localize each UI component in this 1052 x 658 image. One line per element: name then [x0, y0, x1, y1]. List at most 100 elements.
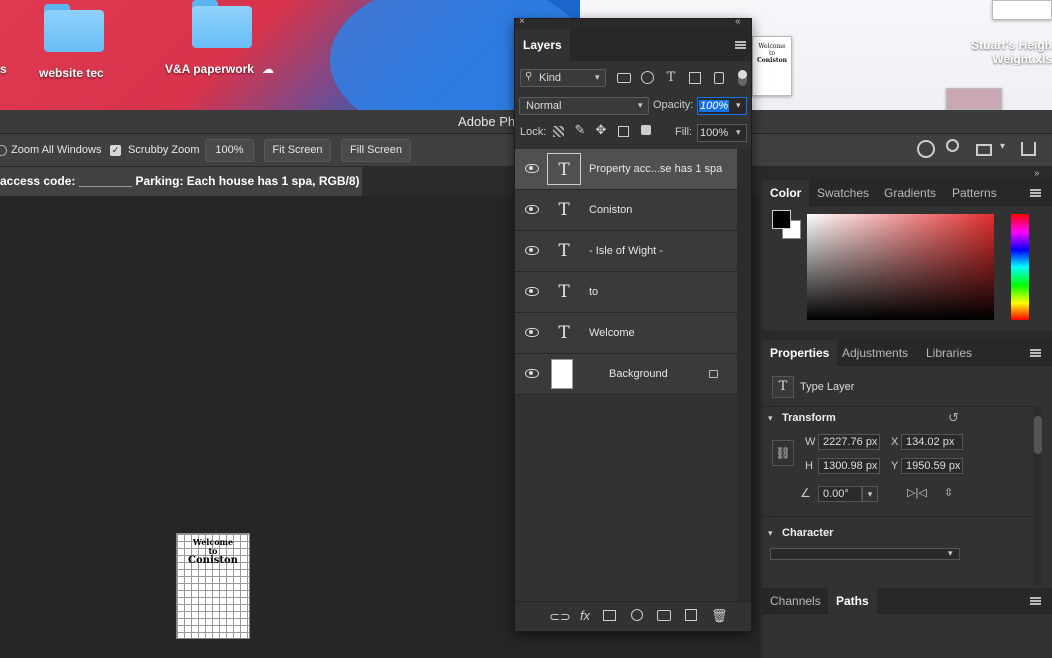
tab-paths[interactable]: Paths: [828, 588, 877, 614]
color-picker-field[interactable]: [807, 214, 994, 320]
layer-row[interactable]: Background: [515, 354, 737, 395]
filter-toggle[interactable]: [738, 70, 747, 86]
opacity-field[interactable]: 100% ▾: [697, 97, 747, 115]
flip-horizontal-icon[interactable]: ▷|◁: [907, 486, 927, 499]
layers-scrollbar[interactable]: [737, 149, 751, 601]
layer-name[interactable]: - Isle of Wight -: [589, 231, 663, 272]
tab-properties[interactable]: Properties: [762, 340, 838, 366]
filter-type-icon[interactable]: T: [665, 71, 677, 85]
lock-artboard-icon[interactable]: [618, 126, 629, 137]
tab-channels[interactable]: Channels: [762, 588, 829, 614]
character-section-label[interactable]: Character: [782, 527, 833, 539]
lock-all-icon[interactable]: [641, 125, 651, 135]
learn-icon[interactable]: [917, 140, 935, 158]
filter-shape-icon[interactable]: [689, 72, 701, 84]
document-tab[interactable]: access code: ________ Parking: Each hous…: [0, 167, 362, 196]
new-layer-icon[interactable]: [685, 609, 697, 621]
transform-section-label[interactable]: Transform: [782, 412, 836, 424]
layer-name[interactable]: Coniston: [589, 190, 632, 231]
file-thumbnail[interactable]: Welcome to Coniston: [752, 36, 792, 96]
tab-color[interactable]: Color: [762, 180, 810, 206]
zoom-value-button[interactable]: 100%: [205, 139, 254, 162]
panel-menu-icon[interactable]: [1030, 189, 1041, 197]
tab-libraries[interactable]: Libraries: [918, 340, 980, 366]
layer-name[interactable]: Background: [609, 354, 668, 395]
x-field[interactable]: 134.02 px: [901, 434, 963, 450]
link-layers-icon[interactable]: ⊂⊃: [549, 610, 571, 624]
y-field[interactable]: 1950.59 px: [901, 458, 963, 474]
folder-icon[interactable]: [44, 4, 104, 52]
layer-name[interactable]: Property acc...se has 1 spa: [589, 149, 722, 190]
layer-row[interactable]: T - Isle of Wight -: [515, 231, 737, 272]
angle-field[interactable]: 0.00°: [818, 486, 862, 502]
lock-transparent-icon[interactable]: [553, 126, 564, 137]
visibility-eye-icon[interactable]: [525, 369, 539, 378]
file-thumbnail[interactable]: [992, 0, 1052, 20]
tab-layers[interactable]: Layers: [515, 29, 570, 61]
chevron-down-icon[interactable]: ▾: [948, 548, 953, 559]
desktop-folder-label[interactable]: V&A paperwork: [165, 62, 254, 76]
filter-pixel-icon[interactable]: [617, 73, 631, 83]
collapse-icon[interactable]: »: [1034, 168, 1040, 179]
fit-screen-button[interactable]: Fit Screen: [264, 139, 331, 162]
desktop-file-label[interactable]: Stuart's Heigh Weight.xls: [968, 38, 1052, 66]
lock-icon[interactable]: [709, 370, 718, 378]
visibility-eye-icon[interactable]: [525, 205, 539, 214]
collapse-icon[interactable]: «: [735, 16, 741, 27]
filter-smart-object-icon[interactable]: [714, 72, 724, 84]
hue-slider[interactable]: [1011, 214, 1029, 320]
font-family-select[interactable]: [770, 548, 960, 560]
search-icon[interactable]: [946, 139, 959, 152]
foreground-color-swatch[interactable]: [772, 210, 791, 229]
visibility-eye-icon[interactable]: [525, 287, 539, 296]
layer-row[interactable]: T Welcome: [515, 313, 737, 354]
scrubby-zoom-checkbox[interactable]: ✓: [110, 145, 121, 156]
desktop-item-label[interactable]: s: [0, 62, 7, 76]
tab-patterns[interactable]: Patterns: [944, 180, 1005, 206]
adjustment-layer-icon[interactable]: [631, 609, 643, 621]
chevron-down-icon[interactable]: ▾: [862, 486, 878, 502]
desktop-folder-label[interactable]: website tec: [39, 66, 104, 80]
share-icon[interactable]: [1021, 142, 1036, 156]
layer-row[interactable]: T to: [515, 272, 737, 313]
document-image[interactable]: Welcome to Coniston: [176, 533, 250, 639]
tab-gradients[interactable]: Gradients: [876, 180, 944, 206]
scrollbar-thumb[interactable]: [1034, 416, 1042, 454]
chevron-down-icon[interactable]: ▾: [1000, 141, 1005, 152]
link-icon[interactable]: ⛓: [772, 440, 794, 466]
chevron-down-icon[interactable]: ▾: [768, 413, 773, 424]
fx-icon[interactable]: fx: [577, 609, 593, 623]
new-group-icon[interactable]: [657, 610, 671, 621]
chevron-down-icon[interactable]: ▾: [768, 528, 773, 539]
lock-position-icon[interactable]: ✥: [595, 123, 607, 137]
visibility-eye-icon[interactable]: [525, 328, 539, 337]
scrubby-zoom-label[interactable]: Scrubby Zoom: [128, 144, 200, 156]
panel-menu-icon[interactable]: [1030, 597, 1041, 605]
panel-menu-icon[interactable]: [735, 41, 746, 49]
file-thumbnail[interactable]: [946, 88, 1002, 110]
layer-row[interactable]: T Coniston: [515, 190, 737, 231]
layer-name[interactable]: to: [589, 272, 598, 313]
lock-pixels-icon[interactable]: ✎: [574, 123, 586, 137]
radio-zoom-all[interactable]: [0, 145, 7, 156]
blend-mode-select[interactable]: Normal ▾: [519, 97, 649, 115]
layer-row[interactable]: T Property acc...se has 1 spa: [515, 149, 737, 190]
folder-icon[interactable]: [192, 0, 252, 48]
filter-adjustment-icon[interactable]: [641, 71, 654, 84]
trash-icon[interactable]: 🗑: [711, 609, 728, 623]
height-field[interactable]: 1300.98 px: [818, 458, 880, 474]
width-field[interactable]: 2227.76 px: [818, 434, 880, 450]
fill-field[interactable]: 100% ▾: [697, 124, 747, 142]
fill-screen-button[interactable]: Fill Screen: [341, 139, 411, 162]
flip-vertical-icon[interactable]: ⇳: [944, 486, 953, 499]
tab-swatches[interactable]: Swatches: [809, 180, 877, 206]
close-icon[interactable]: ×: [519, 16, 525, 27]
layer-name[interactable]: Welcome: [589, 313, 635, 354]
zoom-all-windows-label[interactable]: Zoom All Windows: [11, 144, 101, 156]
visibility-eye-icon[interactable]: [525, 164, 539, 173]
scrollbar-track[interactable]: [1034, 406, 1042, 586]
visibility-eye-icon[interactable]: [525, 246, 539, 255]
reset-icon[interactable]: ↺: [948, 410, 959, 426]
panel-menu-icon[interactable]: [1030, 349, 1041, 357]
tab-adjustments[interactable]: Adjustments: [834, 340, 916, 366]
